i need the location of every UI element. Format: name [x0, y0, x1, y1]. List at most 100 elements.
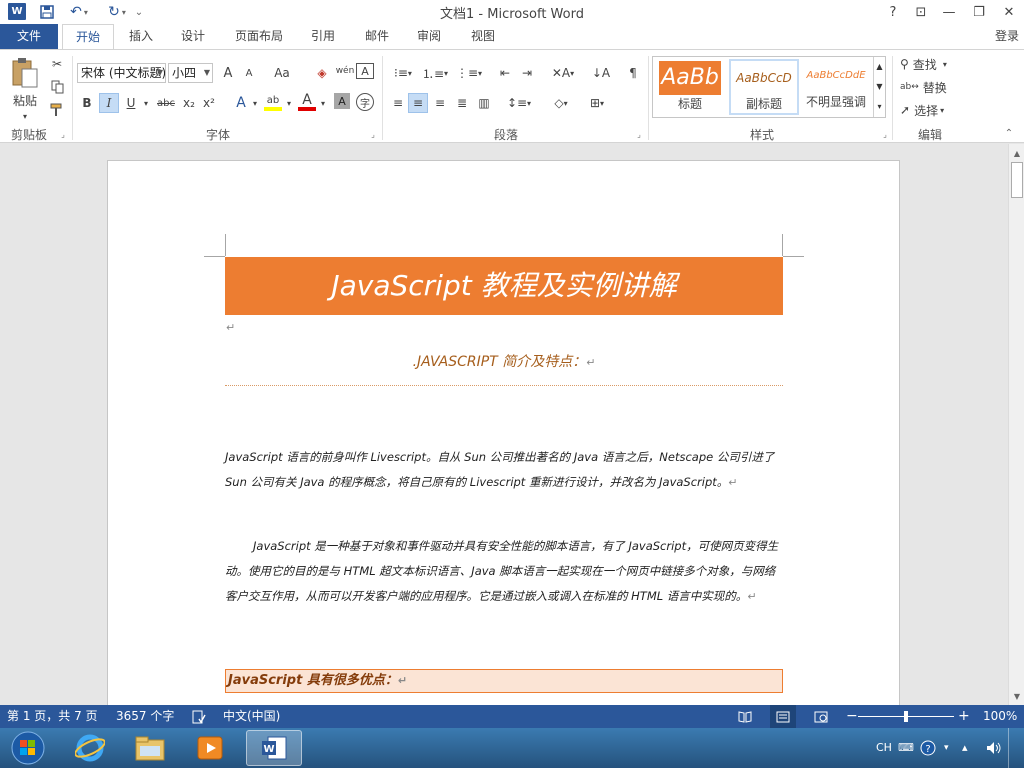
- font-color-dropdown-icon[interactable]: ▾: [318, 93, 328, 113]
- keyboard-icon[interactable]: ⌨: [898, 728, 914, 768]
- tab-page-layout[interactable]: 页面布局: [226, 24, 292, 49]
- chevron-down-icon[interactable]: ▼: [874, 77, 885, 97]
- document-title-banner[interactable]: JavaScript 教程及实例讲解: [225, 257, 783, 315]
- show-hidden-icons-icon[interactable]: ▴: [962, 728, 968, 768]
- tab-view[interactable]: 视图: [460, 24, 506, 49]
- file-explorer-icon[interactable]: [122, 730, 178, 766]
- shrink-font-button[interactable]: A: [240, 63, 258, 83]
- zoom-level[interactable]: 100%: [983, 705, 1017, 728]
- more-styles-icon[interactable]: ▾: [874, 97, 885, 117]
- read-mode-icon[interactable]: [738, 705, 752, 728]
- paste-icon[interactable]: [8, 56, 42, 90]
- style-subtle-emphasis[interactable]: AaBbCcDdE 不明显强调: [801, 59, 871, 115]
- distributed-icon[interactable]: ▥: [474, 93, 494, 113]
- character-border-button[interactable]: A: [356, 63, 374, 79]
- cut-icon[interactable]: ✂: [48, 54, 66, 74]
- increase-indent-icon[interactable]: ⇥: [516, 63, 538, 83]
- clipboard-launcher-icon[interactable]: ⌟: [58, 128, 68, 140]
- replace-button[interactable]: ab↔ 替换: [900, 77, 962, 97]
- close-button[interactable]: ✕: [998, 2, 1020, 22]
- chevron-up-icon[interactable]: ▲: [874, 57, 885, 77]
- bullets-icon[interactable]: ⁝≡ ▾: [388, 63, 418, 83]
- scroll-thumb[interactable]: [1011, 162, 1023, 198]
- font-color-button[interactable]: A: [298, 92, 316, 111]
- font-launcher-icon[interactable]: ⌟: [368, 128, 378, 140]
- character-shading-button[interactable]: A: [334, 93, 350, 109]
- document-subheading[interactable]: .JAVASCRIPT 简介及特点：↵: [225, 351, 783, 371]
- align-center-icon[interactable]: ≡: [408, 93, 428, 113]
- internet-explorer-icon[interactable]: [62, 730, 118, 766]
- select-button[interactable]: ➚ 选择 ▾: [900, 100, 962, 120]
- minimize-button[interactable]: —: [938, 2, 960, 22]
- format-painter-icon[interactable]: [48, 100, 66, 120]
- grow-font-button[interactable]: A: [218, 63, 238, 83]
- ime-indicator[interactable]: CH: [876, 728, 892, 768]
- document-area[interactable]: JavaScript 教程及实例讲解 ↵ .JAVASCRIPT 简介及特点：↵…: [0, 144, 1008, 705]
- font-name-combo[interactable]: 宋体 (中文标题) ▼: [77, 63, 166, 83]
- tab-insert[interactable]: 插入: [118, 24, 164, 49]
- page-count[interactable]: 第 1 页，共 7 页: [7, 705, 98, 728]
- shaded-heading[interactable]: JavaScript 具有很多优点：↵: [225, 669, 783, 693]
- decrease-indent-icon[interactable]: ⇤: [494, 63, 516, 83]
- show-desktop-button[interactable]: [1008, 728, 1024, 768]
- restore-button[interactable]: ❐: [968, 2, 990, 22]
- text-effects-button[interactable]: A: [232, 93, 250, 113]
- underline-button[interactable]: U: [122, 93, 140, 113]
- tab-design[interactable]: 设计: [170, 24, 216, 49]
- volume-icon[interactable]: [986, 728, 1002, 768]
- language-indicator[interactable]: 中文(中国): [223, 705, 280, 728]
- styles-launcher-icon[interactable]: ⌟: [880, 128, 890, 140]
- italic-button[interactable]: I: [99, 93, 119, 113]
- highlight-dropdown-icon[interactable]: ▾: [284, 93, 294, 113]
- chinese-layout-icon[interactable]: ✕A ▾: [548, 63, 578, 83]
- borders-icon[interactable]: ⊞ ▾: [582, 93, 612, 113]
- paste-dropdown-icon[interactable]: ▾: [18, 106, 32, 126]
- vertical-scrollbar[interactable]: ▲ ▼: [1008, 144, 1024, 705]
- highlight-button[interactable]: ab: [264, 93, 282, 111]
- style-title[interactable]: AaBb 标题: [655, 59, 725, 115]
- body-paragraph-1[interactable]: JavaScript 语言的前身叫作 Livescript。自从 Sun 公司推…: [225, 445, 783, 495]
- underline-dropdown-icon[interactable]: ▾: [140, 93, 152, 113]
- word-count[interactable]: 3657 个字: [116, 705, 174, 728]
- scroll-down-icon[interactable]: ▼: [1010, 689, 1024, 703]
- web-layout-icon[interactable]: [814, 705, 828, 728]
- login-link[interactable]: 登录: [990, 24, 1024, 49]
- tab-home[interactable]: 开始: [62, 24, 114, 50]
- help-button[interactable]: ?: [882, 2, 904, 22]
- paragraph-launcher-icon[interactable]: ⌟: [634, 128, 644, 140]
- text-effects-dropdown-icon[interactable]: ▾: [250, 93, 260, 113]
- collapse-ribbon-icon[interactable]: ⌃: [1002, 126, 1016, 140]
- subscript-button[interactable]: x₂: [180, 93, 198, 113]
- bold-button[interactable]: B: [78, 93, 96, 113]
- proofing-icon[interactable]: [192, 705, 206, 728]
- tab-references[interactable]: 引用: [300, 24, 346, 49]
- tab-mailings[interactable]: 邮件: [354, 24, 400, 49]
- justify-icon[interactable]: ≣: [452, 93, 472, 113]
- style-subtitle[interactable]: AaBbCcD 副标题: [729, 59, 799, 115]
- zoom-out-icon[interactable]: −: [846, 705, 858, 728]
- zoom-slider[interactable]: [858, 705, 954, 728]
- tab-file[interactable]: 文件: [0, 24, 58, 49]
- change-case-button[interactable]: Aa: [268, 63, 296, 83]
- document-page[interactable]: JavaScript 教程及实例讲解 ↵ .JAVASCRIPT 简介及特点：↵…: [107, 160, 900, 705]
- enclose-characters-button[interactable]: 字: [356, 93, 374, 111]
- body-paragraph-2[interactable]: JavaScript 是一种基于对象和事件驱动并具有安全性能的脚本语言，有了 J…: [225, 534, 783, 609]
- align-left-icon[interactable]: ≡: [388, 93, 408, 113]
- ribbon-display-options-button[interactable]: ⊡: [910, 2, 932, 22]
- tab-review[interactable]: 审阅: [406, 24, 452, 49]
- word-taskbar-button[interactable]: W: [246, 730, 302, 766]
- paragraph-shading-icon[interactable]: ◇ ▾: [546, 93, 576, 113]
- show-formatting-marks-icon[interactable]: ¶: [622, 63, 644, 83]
- media-player-icon[interactable]: [182, 730, 238, 766]
- phonetic-guide-button[interactable]: wén: [334, 61, 356, 81]
- superscript-button[interactable]: x²: [200, 93, 218, 113]
- print-layout-icon[interactable]: [770, 705, 796, 728]
- help-tray-icon[interactable]: ?: [920, 728, 936, 768]
- numbering-icon[interactable]: ⒈≡ ▾: [420, 63, 450, 83]
- zoom-in-icon[interactable]: +: [958, 705, 970, 728]
- sort-icon[interactable]: ↓A: [590, 63, 612, 83]
- clear-formatting-icon[interactable]: ◈: [312, 63, 332, 83]
- scroll-up-icon[interactable]: ▲: [1010, 146, 1024, 160]
- line-spacing-icon[interactable]: ↕≡ ▾: [504, 93, 534, 113]
- font-size-combo[interactable]: 小四 ▼: [168, 63, 213, 83]
